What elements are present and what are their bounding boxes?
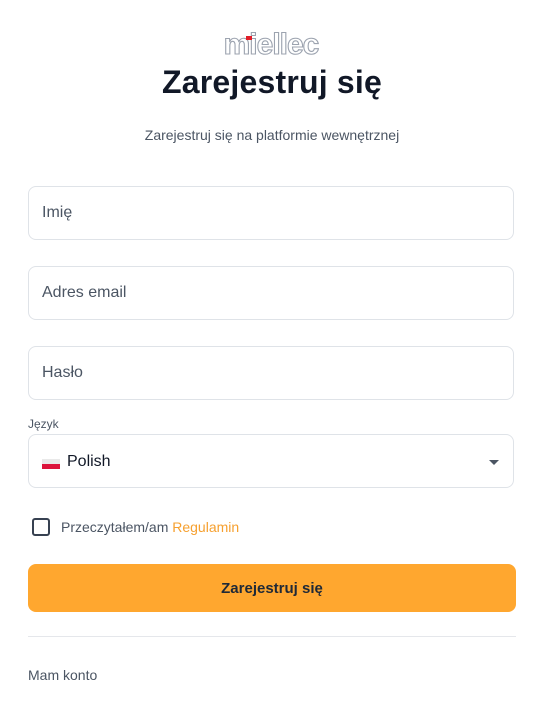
page-title: Zarejestruj się [162,64,382,100]
logo: miellec [199,30,344,60]
divider [28,636,516,637]
language-label: Język [28,417,59,431]
email-field [28,266,514,320]
email-input[interactable] [29,267,513,319]
register-button[interactable]: Zarejestruj się [28,564,516,612]
language-selected-value: Polish [67,453,111,470]
poland-flag-icon [42,459,60,469]
caret-down-icon [489,460,499,465]
password-input[interactable] [29,347,513,399]
terms-checkbox[interactable] [32,518,50,536]
password-field [28,346,514,400]
have-account-link[interactable]: Mam konto [28,667,97,683]
terms-link[interactable]: Regulamin [172,519,239,535]
terms-label: Przeczytałem/am Regulamin [61,519,239,535]
terms-text: Przeczytałem/am [61,519,169,535]
name-input[interactable] [29,187,513,239]
language-select[interactable]: Polish [28,434,514,488]
name-field [28,186,514,240]
page-subtitle: Zarejestruj się na platformie wewnętrzne… [144,127,400,143]
miellec-logo-icon: miellec [223,30,320,60]
svg-text:miellec: miellec [224,30,319,60]
